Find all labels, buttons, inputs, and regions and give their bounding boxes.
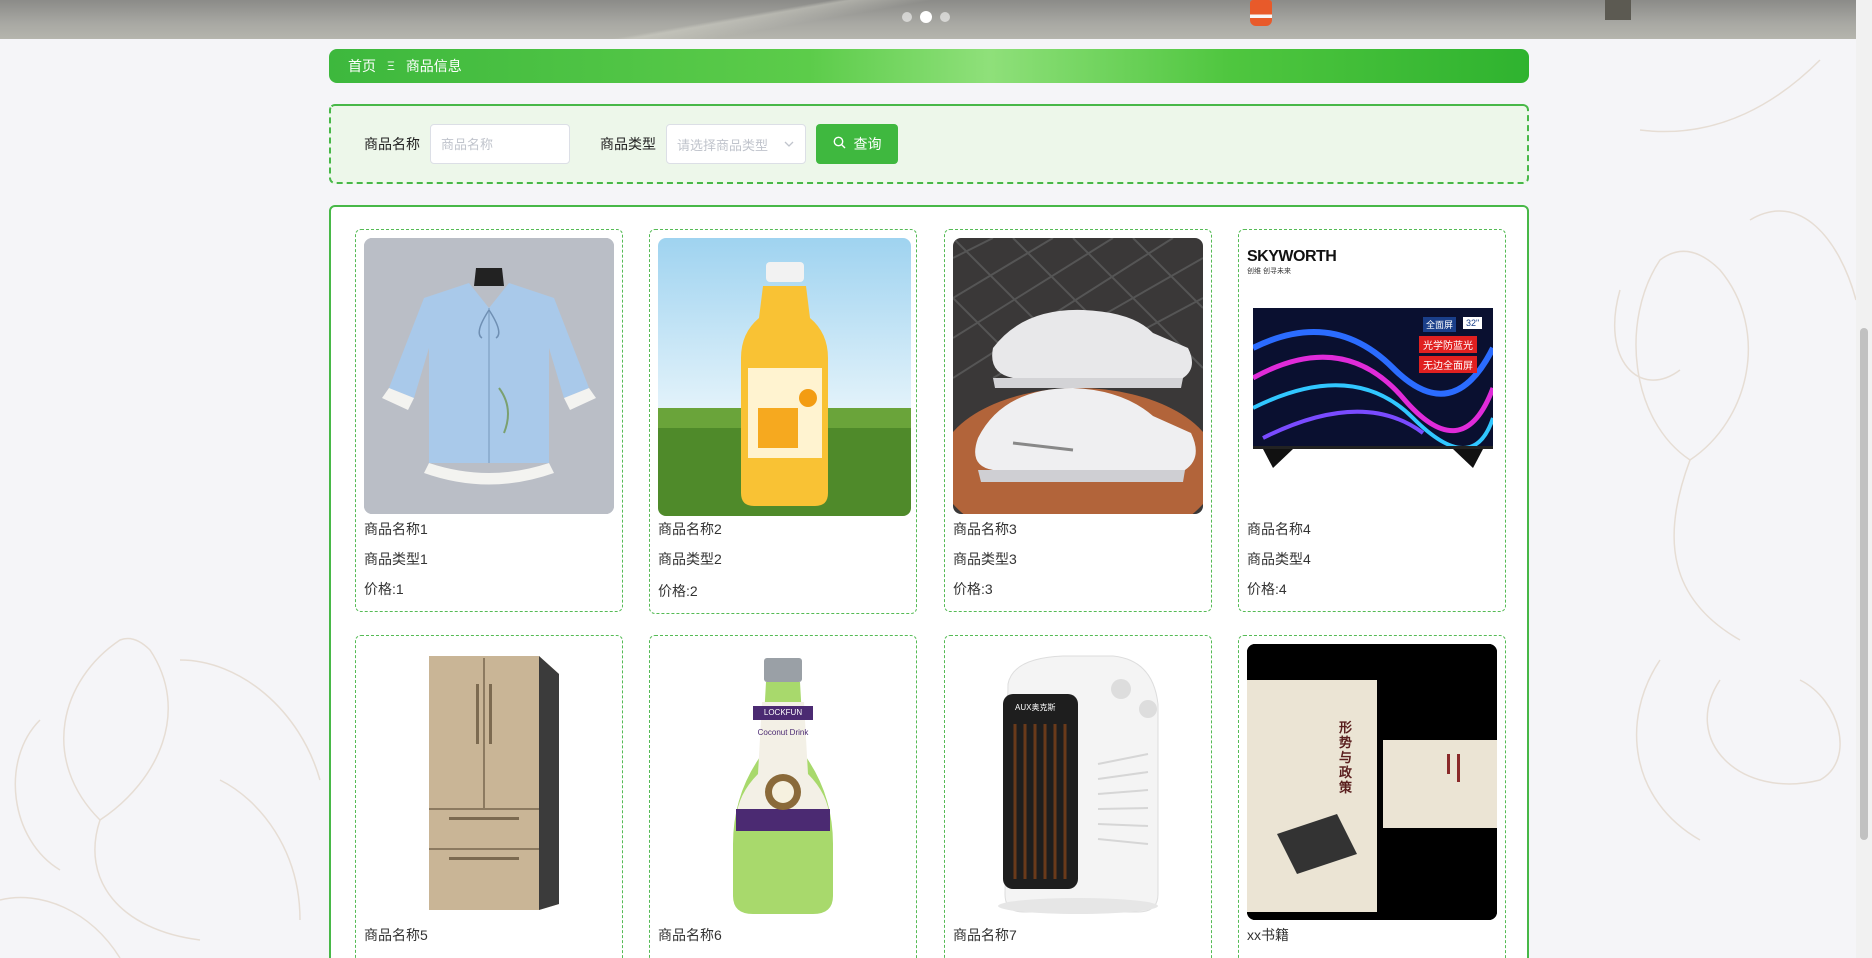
breadcrumb: 首页 Ξ 商品信息	[329, 49, 1529, 83]
product-grid: 商品名称1 商品类型1 价格:1 商品名称2 商品类型2 价格:2 商品名称3 …	[329, 205, 1529, 958]
product-name: 商品名称3	[953, 521, 1017, 537]
product-card[interactable]: AUX奥克斯 商品名称7	[944, 635, 1212, 958]
tv-badge: 无边全面屏	[1419, 356, 1477, 373]
bottle-text: Coconut Drink	[757, 728, 809, 737]
breadcrumb-current: 商品信息	[405, 58, 462, 74]
product-card[interactable]: 商品名称5	[355, 635, 623, 958]
search-button-label: 查询	[853, 136, 882, 152]
bottle-brand: LOCKFUN	[763, 708, 803, 717]
breadcrumb-home-link[interactable]: 首页	[348, 56, 376, 76]
search-button[interactable]: 查询	[816, 124, 898, 164]
chevron-down-icon	[783, 138, 795, 153]
tv-slogan: 创维 创寻未来	[1247, 268, 1291, 275]
tv-brand: SKYWORTH	[1247, 248, 1337, 265]
book-title: 形势与政策	[1339, 720, 1353, 795]
page: 首页 Ξ 商品信息 商品名称 商品类型 请选择商品类型 查询	[0, 0, 1872, 958]
white-sneakers-image	[953, 238, 1203, 514]
product-price: 价格:3	[953, 581, 993, 597]
carousel-dot[interactable]	[902, 12, 912, 22]
breadcrumb-separator: Ξ	[387, 59, 395, 73]
product-type: 商品类型4	[1247, 551, 1311, 567]
product-type: 商品类型3	[953, 551, 1017, 567]
blue-blouse-image	[364, 238, 614, 514]
tv-badge: 32"	[1463, 317, 1483, 329]
traffic-cone-image	[1250, 0, 1272, 26]
product-price: 价格:1	[364, 581, 404, 597]
product-name: 商品名称4	[1247, 521, 1311, 537]
heater-brand: AUX奥克斯	[1015, 703, 1056, 712]
product-name: 商品名称6	[658, 927, 722, 943]
product-price: 价格:4	[1247, 581, 1287, 597]
refrigerator-image	[364, 644, 614, 920]
skyworth-tv-image: SKYWORTH 创维 创寻未来 全面屏 32" 光学防蓝光 无边全面屏	[1247, 238, 1497, 514]
carousel-banner[interactable]	[0, 0, 1856, 39]
page-scrollbar[interactable]	[1856, 0, 1872, 958]
product-name: 商品名称1	[364, 521, 428, 537]
carousel-dot[interactable]	[940, 12, 950, 22]
product-type: 商品类型1	[364, 551, 428, 567]
coconut-drink-bottle-image: LOCKFUN Coconut Drink	[658, 644, 908, 920]
product-card[interactable]: LOCKFUN Coconut Drink 商品名称6	[649, 635, 917, 958]
lotus-decoration-right	[1600, 40, 1856, 940]
product-name-label: 商品名称	[364, 136, 420, 152]
product-name: 商品名称2	[658, 521, 722, 537]
lotus-decoration-left	[0, 600, 330, 958]
tv-badge: 全面屏	[1423, 317, 1457, 332]
search-panel: 商品名称 商品类型 请选择商品类型 查询	[329, 104, 1529, 184]
product-price: 价格:2	[658, 583, 698, 599]
scrollbar-thumb[interactable]	[1860, 328, 1868, 840]
product-card[interactable]: SKYWORTH 创维 创寻未来 全面屏 32" 光学防蓝光 无边全面屏 商品名…	[1238, 229, 1506, 612]
mango-juice-bottle-image	[658, 238, 911, 516]
tree-trunk-image	[1605, 0, 1631, 20]
product-card[interactable]: 形势与政策 xx书籍	[1238, 635, 1506, 958]
carousel-dot-active[interactable]	[920, 11, 932, 23]
product-name: xx书籍	[1247, 927, 1289, 943]
product-name: 商品名称7	[953, 927, 1017, 943]
product-card[interactable]: 商品名称3 商品类型3 价格:3	[944, 229, 1212, 612]
product-name: 商品名称5	[364, 927, 428, 943]
product-name-input[interactable]	[430, 124, 570, 164]
product-card[interactable]: 商品名称1 商品类型1 价格:1	[355, 229, 623, 612]
product-type-label: 商品类型	[600, 136, 656, 152]
carousel-indicators	[902, 11, 950, 23]
product-card[interactable]: 商品名称2 商品类型2 价格:2	[649, 229, 917, 614]
search-icon	[833, 136, 846, 152]
product-type: 商品类型2	[658, 551, 722, 567]
tv-badge: 光学防蓝光	[1419, 336, 1477, 353]
product-type-placeholder: 请选择商品类型	[677, 137, 769, 153]
product-type-select[interactable]: 请选择商品类型	[666, 124, 806, 164]
book-image: 形势与政策	[1247, 644, 1497, 920]
space-heater-image: AUX奥克斯	[953, 644, 1203, 920]
